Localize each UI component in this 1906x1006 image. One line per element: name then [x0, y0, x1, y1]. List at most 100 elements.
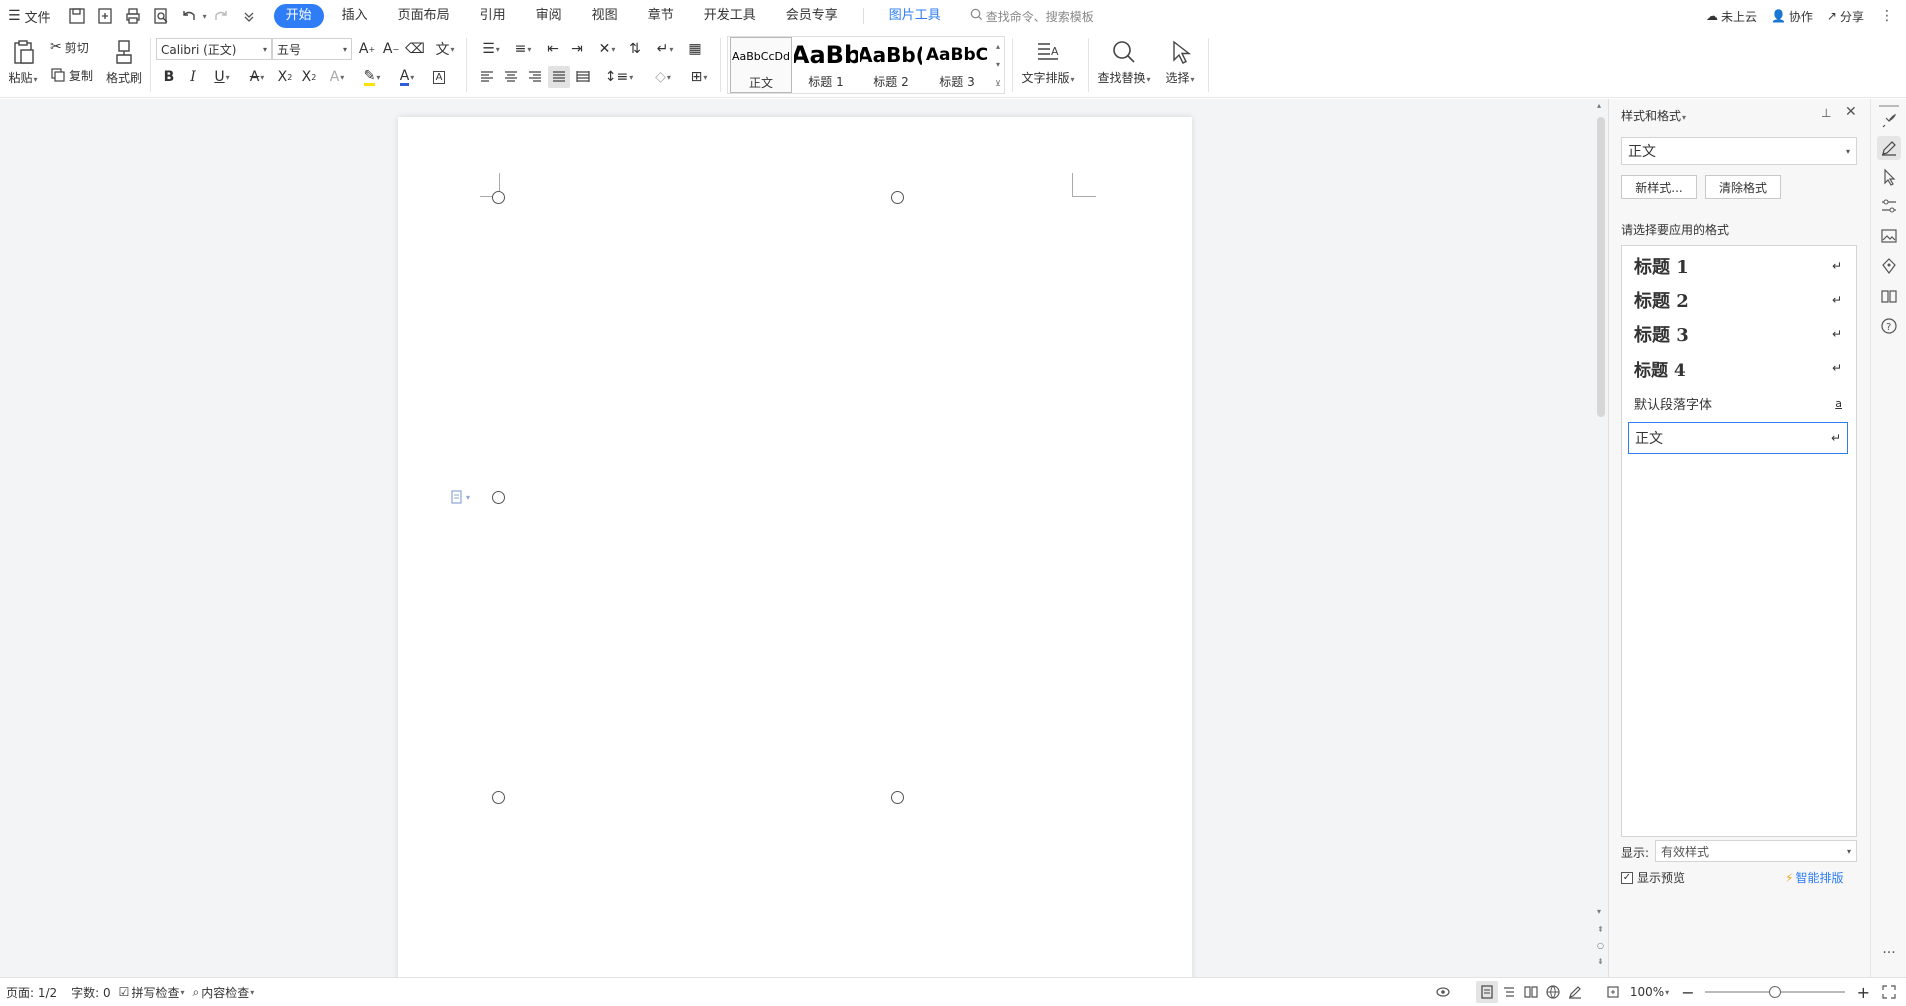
- style-heading-1[interactable]: AaBb 标题 1: [794, 37, 858, 93]
- font-name-select[interactable]: Calibri (正文) ▾: [156, 38, 272, 60]
- italic-icon[interactable]: I: [182, 66, 204, 88]
- spell-check-button[interactable]: ☑ 拼写检查 ▾: [119, 984, 185, 1001]
- zoom-level[interactable]: 100% ▾: [1630, 985, 1669, 999]
- tab-picture-tools[interactable]: 图片工具: [877, 4, 953, 28]
- tab-insert[interactable]: 插入: [330, 4, 380, 28]
- expand-gallery-icon[interactable]: ⊻: [995, 79, 1001, 88]
- select-cursor-icon[interactable]: [1877, 165, 1901, 189]
- subscript-icon[interactable]: X2: [298, 66, 320, 88]
- bold-icon[interactable]: B: [158, 66, 180, 88]
- bullet-list-icon[interactable]: ☰ ▾: [476, 38, 506, 60]
- resize-handle-top-right[interactable]: [891, 191, 904, 204]
- zoom-slider[interactable]: [1704, 986, 1845, 998]
- save-icon[interactable]: [65, 4, 89, 28]
- tab-page-layout[interactable]: 页面布局: [386, 4, 462, 28]
- find-replace-button[interactable]: 查找替换▾: [1094, 34, 1154, 86]
- layout-options-icon[interactable]: ▾: [450, 490, 470, 504]
- image-edit-icon[interactable]: [1877, 224, 1901, 248]
- current-style-select[interactable]: 正文 ▾: [1621, 137, 1857, 165]
- align-left-icon[interactable]: [476, 66, 498, 88]
- undo-dropdown-icon[interactable]: ▾: [203, 12, 207, 21]
- table-grid-icon[interactable]: ▦: [684, 38, 706, 60]
- collaborate-button[interactable]: 👤 协作: [1771, 8, 1813, 25]
- close-icon[interactable]: ✕: [1845, 104, 1857, 120]
- style-pen-icon[interactable]: [1877, 136, 1901, 160]
- superscript-icon[interactable]: X2: [274, 66, 296, 88]
- copy-button[interactable]: 复制: [50, 64, 93, 86]
- text-effect-icon[interactable]: A ▾: [322, 66, 352, 88]
- style-list-item-heading-1[interactable]: 标题 1 ↵: [1628, 252, 1848, 280]
- print-icon[interactable]: [121, 4, 145, 28]
- rail-collapse-icon[interactable]: [1879, 105, 1899, 107]
- distributed-align-icon[interactable]: [572, 66, 594, 88]
- highlight-color-icon[interactable]: ✎ ▾: [356, 66, 388, 88]
- align-center-icon[interactable]: [500, 66, 522, 88]
- tab-member[interactable]: 会员专享: [774, 4, 850, 28]
- underline-icon[interactable]: U ▾: [206, 66, 238, 88]
- decrease-indent-icon[interactable]: ⇤: [542, 38, 564, 60]
- resize-handle-bottom-left[interactable]: [492, 791, 505, 804]
- resize-handle-bottom-right[interactable]: [891, 791, 904, 804]
- style-list-item-normal[interactable]: 正文 ↵: [1628, 422, 1848, 454]
- clear-format-button[interactable]: 清除格式: [1705, 175, 1781, 199]
- write-mode-icon[interactable]: [1564, 981, 1586, 1003]
- outline-view-icon[interactable]: [1498, 981, 1520, 1003]
- zoom-in-icon[interactable]: +: [1857, 983, 1870, 1002]
- clear-formatting-icon[interactable]: ⌫: [404, 38, 426, 60]
- scroll-up-icon[interactable]: ▴: [1597, 101, 1601, 110]
- show-marks-icon[interactable]: ↵ ▾: [650, 38, 680, 60]
- select-browse-object-icon[interactable]: ○: [1597, 941, 1604, 950]
- shrink-font-icon[interactable]: A −: [380, 38, 402, 60]
- style-heading-2[interactable]: AaBb( 标题 2: [860, 37, 922, 93]
- font-color-icon[interactable]: A ▾: [392, 66, 422, 88]
- shading-icon[interactable]: ◇ ▾: [648, 66, 678, 88]
- show-preview-checkbox[interactable]: ✓ 显示预览: [1621, 869, 1685, 886]
- reading-book-icon[interactable]: [1877, 284, 1901, 308]
- show-filter-select[interactable]: 有效样式 ▾: [1655, 840, 1857, 862]
- shape-pen-icon[interactable]: [1877, 254, 1901, 278]
- tab-references[interactable]: 引用: [468, 4, 518, 28]
- text-layout-button[interactable]: A 文字排版▾: [1018, 34, 1078, 86]
- adjust-sliders-icon[interactable]: [1877, 194, 1901, 218]
- more-options-icon[interactable]: ⋮: [1880, 8, 1894, 24]
- grow-font-icon[interactable]: A +: [356, 38, 378, 60]
- select-button[interactable]: 选择▾: [1160, 34, 1200, 86]
- word-count[interactable]: 字数: 0: [71, 984, 111, 1001]
- numbered-list-icon[interactable]: ≡ ▾: [508, 38, 538, 60]
- print-preview-icon[interactable]: [149, 4, 173, 28]
- vertical-scrollbar[interactable]: ▴ ▾ ⇞ ○ ⇟: [1594, 99, 1608, 977]
- export-pdf-icon[interactable]: [93, 4, 117, 28]
- tab-home[interactable]: 开始: [273, 4, 324, 28]
- scrollbar-thumb[interactable]: [1597, 117, 1605, 417]
- tab-view[interactable]: 视图: [580, 4, 630, 28]
- style-normal[interactable]: AaBbCcDd 正文: [730, 37, 792, 93]
- eye-protection-icon[interactable]: [1432, 981, 1454, 1003]
- cut-button[interactable]: ✂ 剪切: [50, 36, 89, 58]
- character-border-icon[interactable]: A: [428, 66, 450, 88]
- format-painter-button[interactable]: 格式刷: [102, 34, 146, 86]
- customize-quick-access-icon[interactable]: [237, 4, 261, 28]
- justify-icon[interactable]: [548, 66, 570, 88]
- tab-developer[interactable]: 开发工具: [692, 4, 768, 28]
- resize-handle-middle-left[interactable]: [492, 491, 505, 504]
- gallery-scroll[interactable]: ▴ ▾ ⊻: [992, 37, 1004, 93]
- style-list-item-default-paragraph-font[interactable]: 默认段落字体 a: [1628, 390, 1848, 416]
- smart-layout-button[interactable]: ⚡ 智能排版: [1785, 869, 1843, 886]
- style-list-item-heading-2[interactable]: 标题 2 ↵: [1628, 286, 1848, 314]
- chevron-down-icon[interactable]: ▾: [996, 60, 1000, 69]
- font-size-select[interactable]: 五号 ▾: [272, 38, 352, 60]
- next-page-icon[interactable]: ⇟: [1597, 957, 1604, 966]
- command-search[interactable]: 查找命令、搜索模板: [970, 8, 1094, 25]
- fit-page-icon[interactable]: [1602, 981, 1624, 1003]
- line-spacing-icon[interactable]: ↕≡ ▾: [604, 66, 634, 88]
- help-icon[interactable]: ?: [1877, 314, 1901, 338]
- undo-icon[interactable]: [177, 4, 201, 28]
- new-style-button[interactable]: 新样式...: [1621, 175, 1697, 199]
- chevron-up-icon[interactable]: ▴: [996, 42, 1000, 51]
- increase-indent-icon[interactable]: ⇥: [566, 38, 588, 60]
- more-horizontal-icon[interactable]: ···: [1877, 941, 1901, 965]
- tab-review[interactable]: 审阅: [524, 4, 574, 28]
- previous-page-icon[interactable]: ⇞: [1597, 925, 1604, 934]
- fullscreen-icon[interactable]: [1878, 981, 1900, 1003]
- align-right-icon[interactable]: [524, 66, 546, 88]
